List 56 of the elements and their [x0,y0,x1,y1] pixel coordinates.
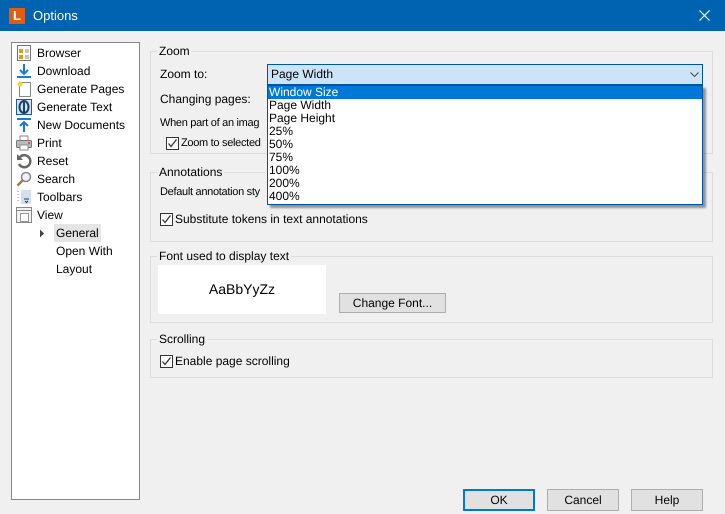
tree-item[interactable]: Search [37,170,76,188]
checkbox-label: Enable page scrolling [175,353,290,370]
tree-item[interactable]: Generate Pages [37,80,124,98]
tree-item[interactable]: View [37,206,63,224]
field-label: Default annotation sty [160,184,260,200]
dialog-button[interactable]: OK [463,489,535,511]
checkbox-label: Substitute tokens in text annotations [175,211,368,228]
dropdown-option[interactable]: 25% [268,124,702,138]
search-icon [16,171,32,187]
tree-item[interactable]: Reset [37,152,68,170]
dropdown-option[interactable]: 50% [268,138,702,150]
font-sample: AaBbYyZz [208,280,276,299]
group-title: Zoom [158,43,191,60]
dropdown-option[interactable]: 400% [268,190,702,202]
group-title: Annotations [158,164,224,181]
field-label: Changing pages: [160,90,251,108]
download-icon [16,63,32,79]
window-icon [16,207,32,223]
group-title: Font used to display text [158,248,290,265]
printer-icon [16,135,32,151]
dropdown-option[interactable]: Window Size [268,86,702,98]
checkbox-label: Zoom to selected [181,136,261,151]
change-font-button[interactable]: Change Font... [339,293,446,313]
tree-item[interactable]: Download [37,62,90,80]
dropdown-option[interactable]: 100% [268,164,702,176]
tree-item[interactable]: Browser [37,44,82,62]
upload-icon [16,117,32,133]
list-page-icon [16,45,32,61]
tree-item[interactable]: Open With [54,242,115,260]
tree-item[interactable]: General [54,224,101,242]
app-logo-icon: L [9,8,25,24]
tree-item[interactable]: Layout [54,260,94,278]
dialog-button[interactable]: Cancel [547,489,619,511]
tree-item[interactable]: Print [37,134,62,152]
group-title: Scrolling [158,331,206,348]
dropdown-option[interactable]: 200% [268,176,702,190]
field-label: When part of an imag [160,116,260,131]
window-title: Options [33,6,78,25]
toolbar-icon [16,189,32,205]
checkbox[interactable] [166,136,179,150]
tree-item[interactable]: New Documents [37,116,126,134]
undo-icon [16,153,32,169]
field-label: Zoom to: [160,66,208,83]
checkbox[interactable] [160,212,173,226]
dropdown-option[interactable]: Page Height [268,112,702,124]
tree-item[interactable]: Toolbars [37,188,82,206]
page-icon [16,81,32,97]
checkbox[interactable] [160,354,173,368]
expand-icon[interactable] [39,228,45,238]
tree-item[interactable]: Generate Text [37,98,112,116]
dropdown-option[interactable]: 75% [268,150,702,164]
zoom-combo-box[interactable]: Page Width [267,64,703,84]
dialog-button[interactable]: Help [631,489,703,511]
close-icon [698,10,710,21]
chevron-down-icon [690,72,699,76]
dropdown-option[interactable]: Page Width [268,98,702,112]
